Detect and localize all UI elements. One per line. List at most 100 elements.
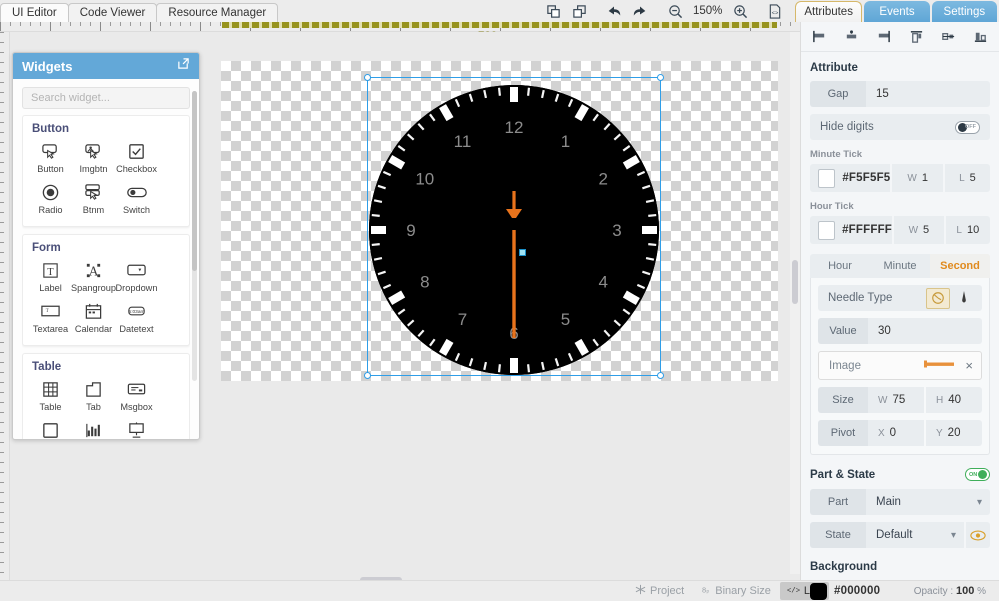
widget-item-radio[interactable]: Radio [29,181,72,215]
needle-image-row[interactable]: Image × [818,351,982,380]
horizontal-ruler[interactable] [0,22,800,32]
state-preview-button[interactable] [964,522,990,548]
widget-item-imgbtn[interactable]: Imgbtn [72,140,115,174]
resize-handle-top-right[interactable] [657,74,664,81]
widget-item-container[interactable]: Container [29,419,72,439]
canvas-vscroll-thumb[interactable] [792,260,798,304]
widget-search-input[interactable]: Search widget... [22,87,190,109]
widget-item-dropdown[interactable]: Dropdown [115,259,158,293]
widgets-panel-scroll-thumb[interactable] [192,91,197,271]
align-center-icon[interactable] [839,25,863,49]
pivot-x-input[interactable]: X 0 [868,420,924,446]
widget-item-textarea[interactable]: T Textarea [29,300,72,334]
status-binary-size[interactable]: 8p Binary Size [693,582,778,600]
state-select[interactable]: Default ▾ [866,522,964,548]
tab-code-viewer[interactable]: Code Viewer [67,3,158,22]
minute-tick-width[interactable]: W 1 [890,164,943,192]
pivot-y-input[interactable]: Y 20 [924,420,982,446]
widget-item-calendar[interactable]: Calendar [72,300,115,334]
zoom-out-icon[interactable] [662,1,688,21]
pivot-y-value: 20 [947,427,961,439]
needle-pivot-handle[interactable] [519,249,526,256]
widget-item-spangroup[interactable]: A Spangroup [71,259,116,293]
attributes-panel: Attribute Gap 15 Hide digits Minute Tick… [800,22,999,580]
selection-box[interactable] [364,74,664,379]
hour-tick-color-swatch[interactable] [818,220,836,240]
size-height-input[interactable]: H 40 [924,387,982,413]
size-width-value: 75 [892,394,906,406]
widgets-scroll-container[interactable]: Button Button Imgbtn Checkbox Radio Btnm… [22,115,190,439]
gap-input[interactable]: 15 [866,81,990,107]
align-middle-icon[interactable] [937,25,961,49]
ruler-v-ticks [0,32,9,580]
canvas-vertical-scrollbar[interactable] [790,32,800,580]
hour-tick-length[interactable]: L 10 [943,216,990,244]
widget-item-tab[interactable]: Tab [72,378,115,412]
tab-resource-manager[interactable]: Resource Manager [156,3,279,22]
widget-item-tab-label: Tab [86,402,101,412]
container-icon [39,419,63,439]
widget-item-canvas[interactable]: Canvas [115,419,158,439]
resize-handle-bottom-right[interactable] [657,372,664,379]
redo-icon[interactable] [627,1,653,21]
widget-item-label[interactable]: T Label [29,259,72,293]
status-bg-swatch[interactable] [810,582,827,600]
svg-text:T: T [47,266,54,277]
svg-text:5:03am: 5:03am [129,309,145,315]
value-input[interactable]: 30 [868,318,982,344]
size-width-input[interactable]: W 75 [868,387,924,413]
resize-handle-top-left[interactable] [364,74,371,81]
hide-digits-toggle[interactable] [955,120,980,134]
align-bottom-icon[interactable] [969,25,993,49]
widgets-panel-scrollbar[interactable] [192,91,197,381]
hand-settings-body: Needle Type Value 30 Image × Size W 75 H… [810,278,990,455]
align-right-icon[interactable] [872,25,896,49]
minute-tick-length[interactable]: L 5 [942,164,990,192]
tab-attributes[interactable]: Attributes [795,1,863,22]
tab-second[interactable]: Second [930,254,990,278]
align-left-icon[interactable] [807,25,831,49]
resize-handle-bottom-left[interactable] [364,372,371,379]
vertical-ruler[interactable] [0,32,10,580]
align-top-icon[interactable] [904,25,928,49]
status-project[interactable]: Project [628,582,691,600]
hour-tick-color-value[interactable]: #FFFFFF [842,224,892,236]
widget-item-table[interactable]: Table [29,378,72,412]
widget-item-datetext[interactable]: 5:03am Datetext [115,300,158,334]
zoom-level-label: 150% [693,5,723,17]
popout-icon[interactable] [177,57,190,75]
widget-item-checkbox[interactable]: Checkbox [115,140,158,174]
part-select[interactable]: Main ▾ [866,489,990,515]
tab-hour[interactable]: Hour [810,254,870,278]
tab-settings[interactable]: Settings [931,1,997,22]
tab-events[interactable]: Events [864,1,930,22]
canvas-icon [125,419,149,439]
zoom-in-icon[interactable] [727,1,753,21]
widget-item-label-label: Label [39,283,62,293]
widget-item-btnm[interactable]: Btnm [72,181,115,215]
table-icon [39,378,63,400]
minute-tick-color-value[interactable]: #F5F5F5 [842,172,890,184]
widget-item-button[interactable]: Button [29,140,72,174]
tab-minute[interactable]: Minute [870,254,930,278]
minute-tick-row: #F5F5F5 W 1 L 5 [810,164,990,192]
copy-icon[interactable] [540,1,566,21]
paste-icon[interactable] [566,1,592,21]
remove-image-button[interactable]: × [965,358,973,373]
export-icon[interactable]: <> [762,1,788,21]
needle-type-image-icon[interactable] [952,288,976,309]
state-value: Default [876,529,913,541]
undo-icon[interactable] [601,1,627,21]
widget-item-chart[interactable]: Chart [72,419,115,439]
part-state-toggle[interactable] [965,468,990,481]
tab-ui-editor[interactable]: UI Editor [0,3,69,22]
main-tab-bar: UI Editor Code Viewer Resource Manager [0,0,279,22]
needle-type-line-icon[interactable] [926,287,950,309]
widget-item-switch[interactable]: Switch [115,181,158,215]
svg-text:8p: 8p [702,587,709,595]
chevron-down-icon-2: ▾ [950,529,956,541]
widget-item-button-label: Button [37,164,64,174]
widget-item-msgbox[interactable]: Msgbox [115,378,158,412]
hour-tick-width[interactable]: W 5 [892,216,944,244]
minute-tick-color-swatch[interactable] [818,168,836,188]
